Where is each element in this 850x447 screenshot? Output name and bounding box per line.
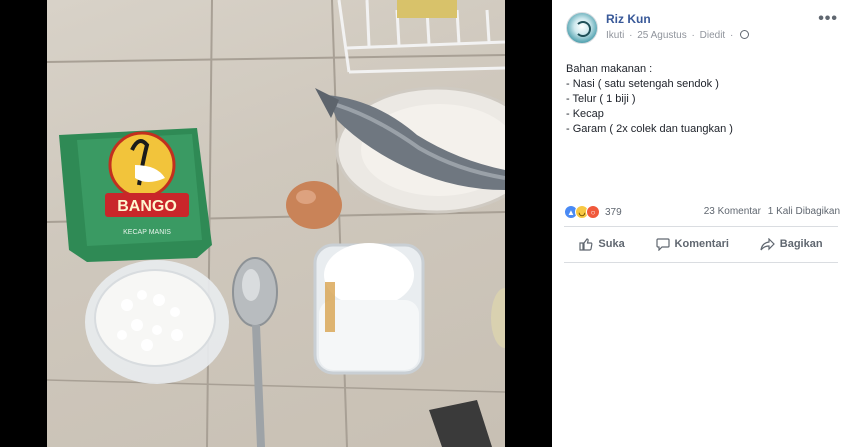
- caption-line: - Nasi ( satu setengah sendok ): [566, 78, 719, 90]
- packet-brand-text: BANGO: [117, 198, 177, 215]
- follow-link[interactable]: Ikuti: [606, 30, 624, 41]
- like-button[interactable]: Suka: [579, 237, 625, 251]
- divider-bottom: [564, 262, 838, 263]
- divider-top: [564, 226, 838, 227]
- caption-line: Bahan makanan :: [566, 63, 653, 75]
- meta-separator-3: ·: [730, 30, 734, 41]
- comment-icon: [655, 237, 670, 251]
- meta-separator-2: ·: [691, 30, 695, 41]
- thumbs-up-icon: [579, 237, 593, 251]
- packet-subtext: KECAP MANIS: [123, 229, 171, 236]
- globe-icon[interactable]: [740, 30, 750, 39]
- post-panel: Riz Kun Ikuti · 25 Agustus · Diedit · ••…: [552, 0, 850, 447]
- post-caption: Bahan makanan : - Nasi ( satu setengah s…: [566, 62, 836, 137]
- author-avatar[interactable]: [566, 12, 598, 44]
- post-actions: Suka Komentari Bagikan: [564, 231, 838, 257]
- meta-separator: ·: [629, 30, 633, 41]
- reaction-summary[interactable]: ▲ ◡ ○ 379: [564, 204, 622, 220]
- post-stats: 23 Komentar 1 Kali Dibagikan: [700, 206, 840, 217]
- edited-label[interactable]: Diedit: [700, 30, 726, 41]
- share-button[interactable]: Bagikan: [760, 237, 823, 251]
- caption-line: - Telur ( 1 biji ): [566, 93, 636, 105]
- photo-illustration: BANGO KECAP MANIS: [47, 0, 505, 447]
- comment-button[interactable]: Komentari: [655, 237, 729, 251]
- post-photo[interactable]: BANGO KECAP MANIS: [47, 0, 505, 447]
- photo-viewer: BANGO KECAP MANIS: [0, 0, 552, 447]
- comment-label: Komentari: [674, 238, 729, 250]
- post-date[interactable]: 25 Agustus: [637, 30, 686, 41]
- share-count-link[interactable]: 1 Kali Dibagikan: [768, 206, 840, 217]
- author-name[interactable]: Riz Kun: [606, 12, 651, 26]
- share-icon: [760, 237, 775, 250]
- reaction-count[interactable]: 379: [605, 207, 622, 218]
- more-options-icon[interactable]: •••: [818, 10, 838, 28]
- comment-count-link[interactable]: 23 Komentar: [704, 206, 761, 217]
- avatar-logo-icon: [575, 21, 591, 37]
- post-meta: Ikuti · 25 Agustus · Diedit ·: [606, 30, 751, 41]
- caption-line: - Garam ( 2x colek dan tuangkan ): [566, 123, 733, 135]
- wow-reaction-icon: ○: [586, 205, 600, 219]
- share-label: Bagikan: [779, 238, 823, 250]
- like-label: Suka: [598, 238, 625, 250]
- caption-line: - Kecap: [566, 108, 604, 120]
